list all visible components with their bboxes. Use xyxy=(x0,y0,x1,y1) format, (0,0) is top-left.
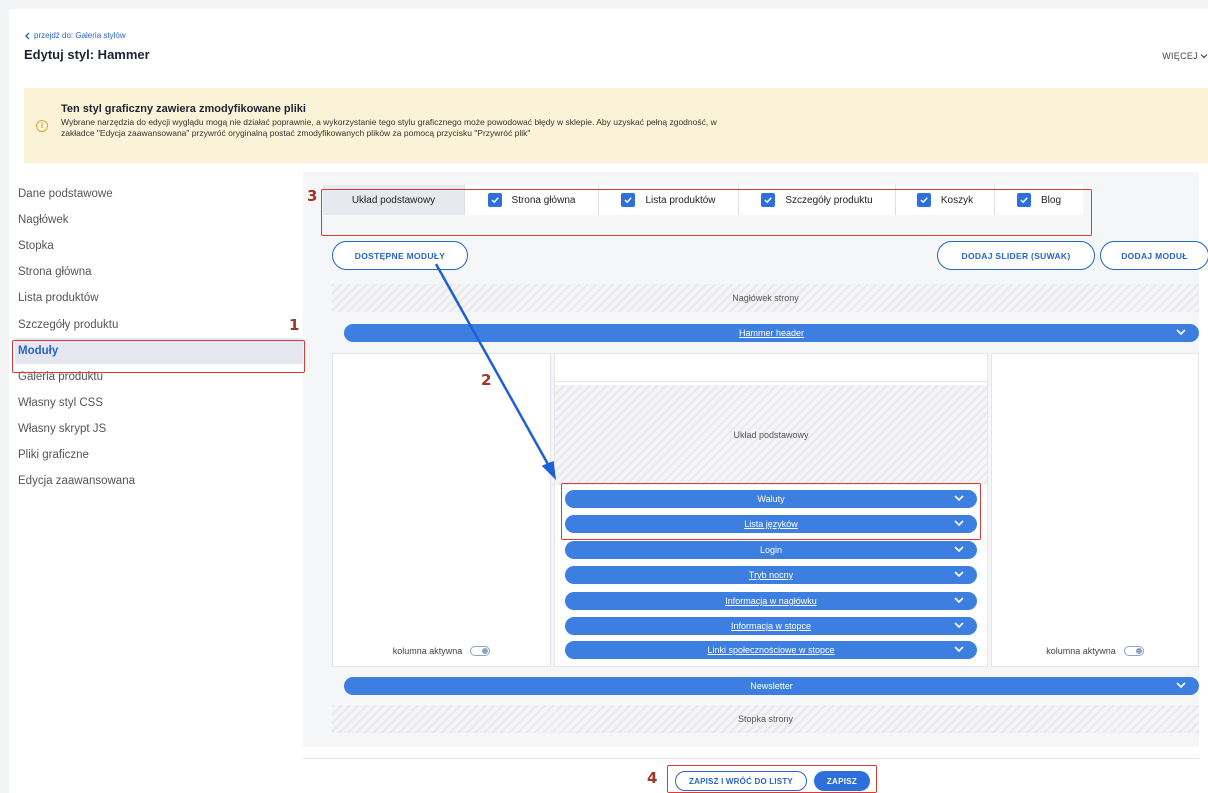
annotation-arrow xyxy=(434,263,557,481)
